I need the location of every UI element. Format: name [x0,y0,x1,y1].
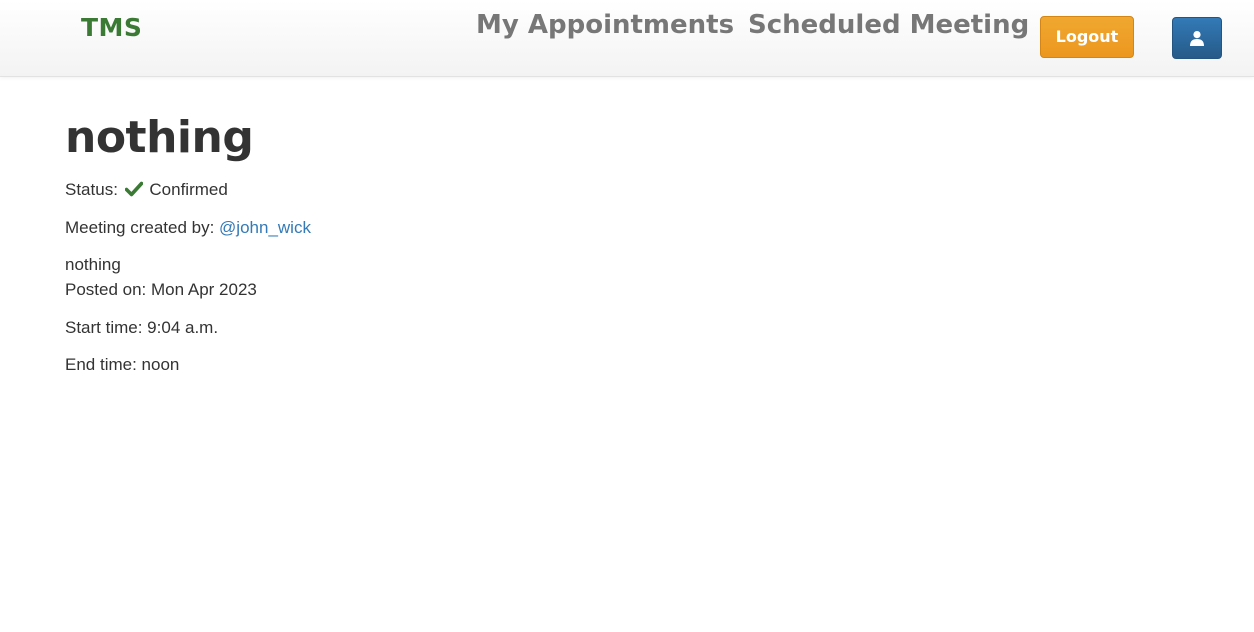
logout-button[interactable]: Logout [1040,16,1134,58]
meeting-description: nothing [65,255,121,274]
status-value: Confirmed [149,180,228,199]
user-icon [1190,31,1204,46]
start-time: Start time: 9:04 a.m. [65,318,219,337]
nav-scheduled-meeting[interactable]: Scheduled Meeting [748,10,1029,40]
end-time: End time: noon [65,355,180,374]
created-by-label: Meeting created by: [65,218,215,237]
description-block: nothing Posted on: Mon Apr 2023 [65,252,257,302]
nav-my-appointments[interactable]: My Appointments [476,10,734,40]
created-by-line: Meeting created by: @john_wick [65,215,311,240]
check-icon [124,181,143,197]
status-label: Status: [65,180,118,199]
posted-on: Posted on: Mon Apr 2023 [65,280,257,299]
brand-logo[interactable]: TMS [81,13,142,42]
author-link[interactable]: @john_wick [219,218,311,237]
user-button[interactable] [1172,17,1222,59]
navbar: TMS My Appointments Scheduled Meeting Lo… [0,0,1254,77]
meeting-detail: nothing Status: Confirmed Meeting create… [65,108,965,374]
status-line: Status: Confirmed [65,177,228,202]
page-title: nothing [65,112,254,163]
